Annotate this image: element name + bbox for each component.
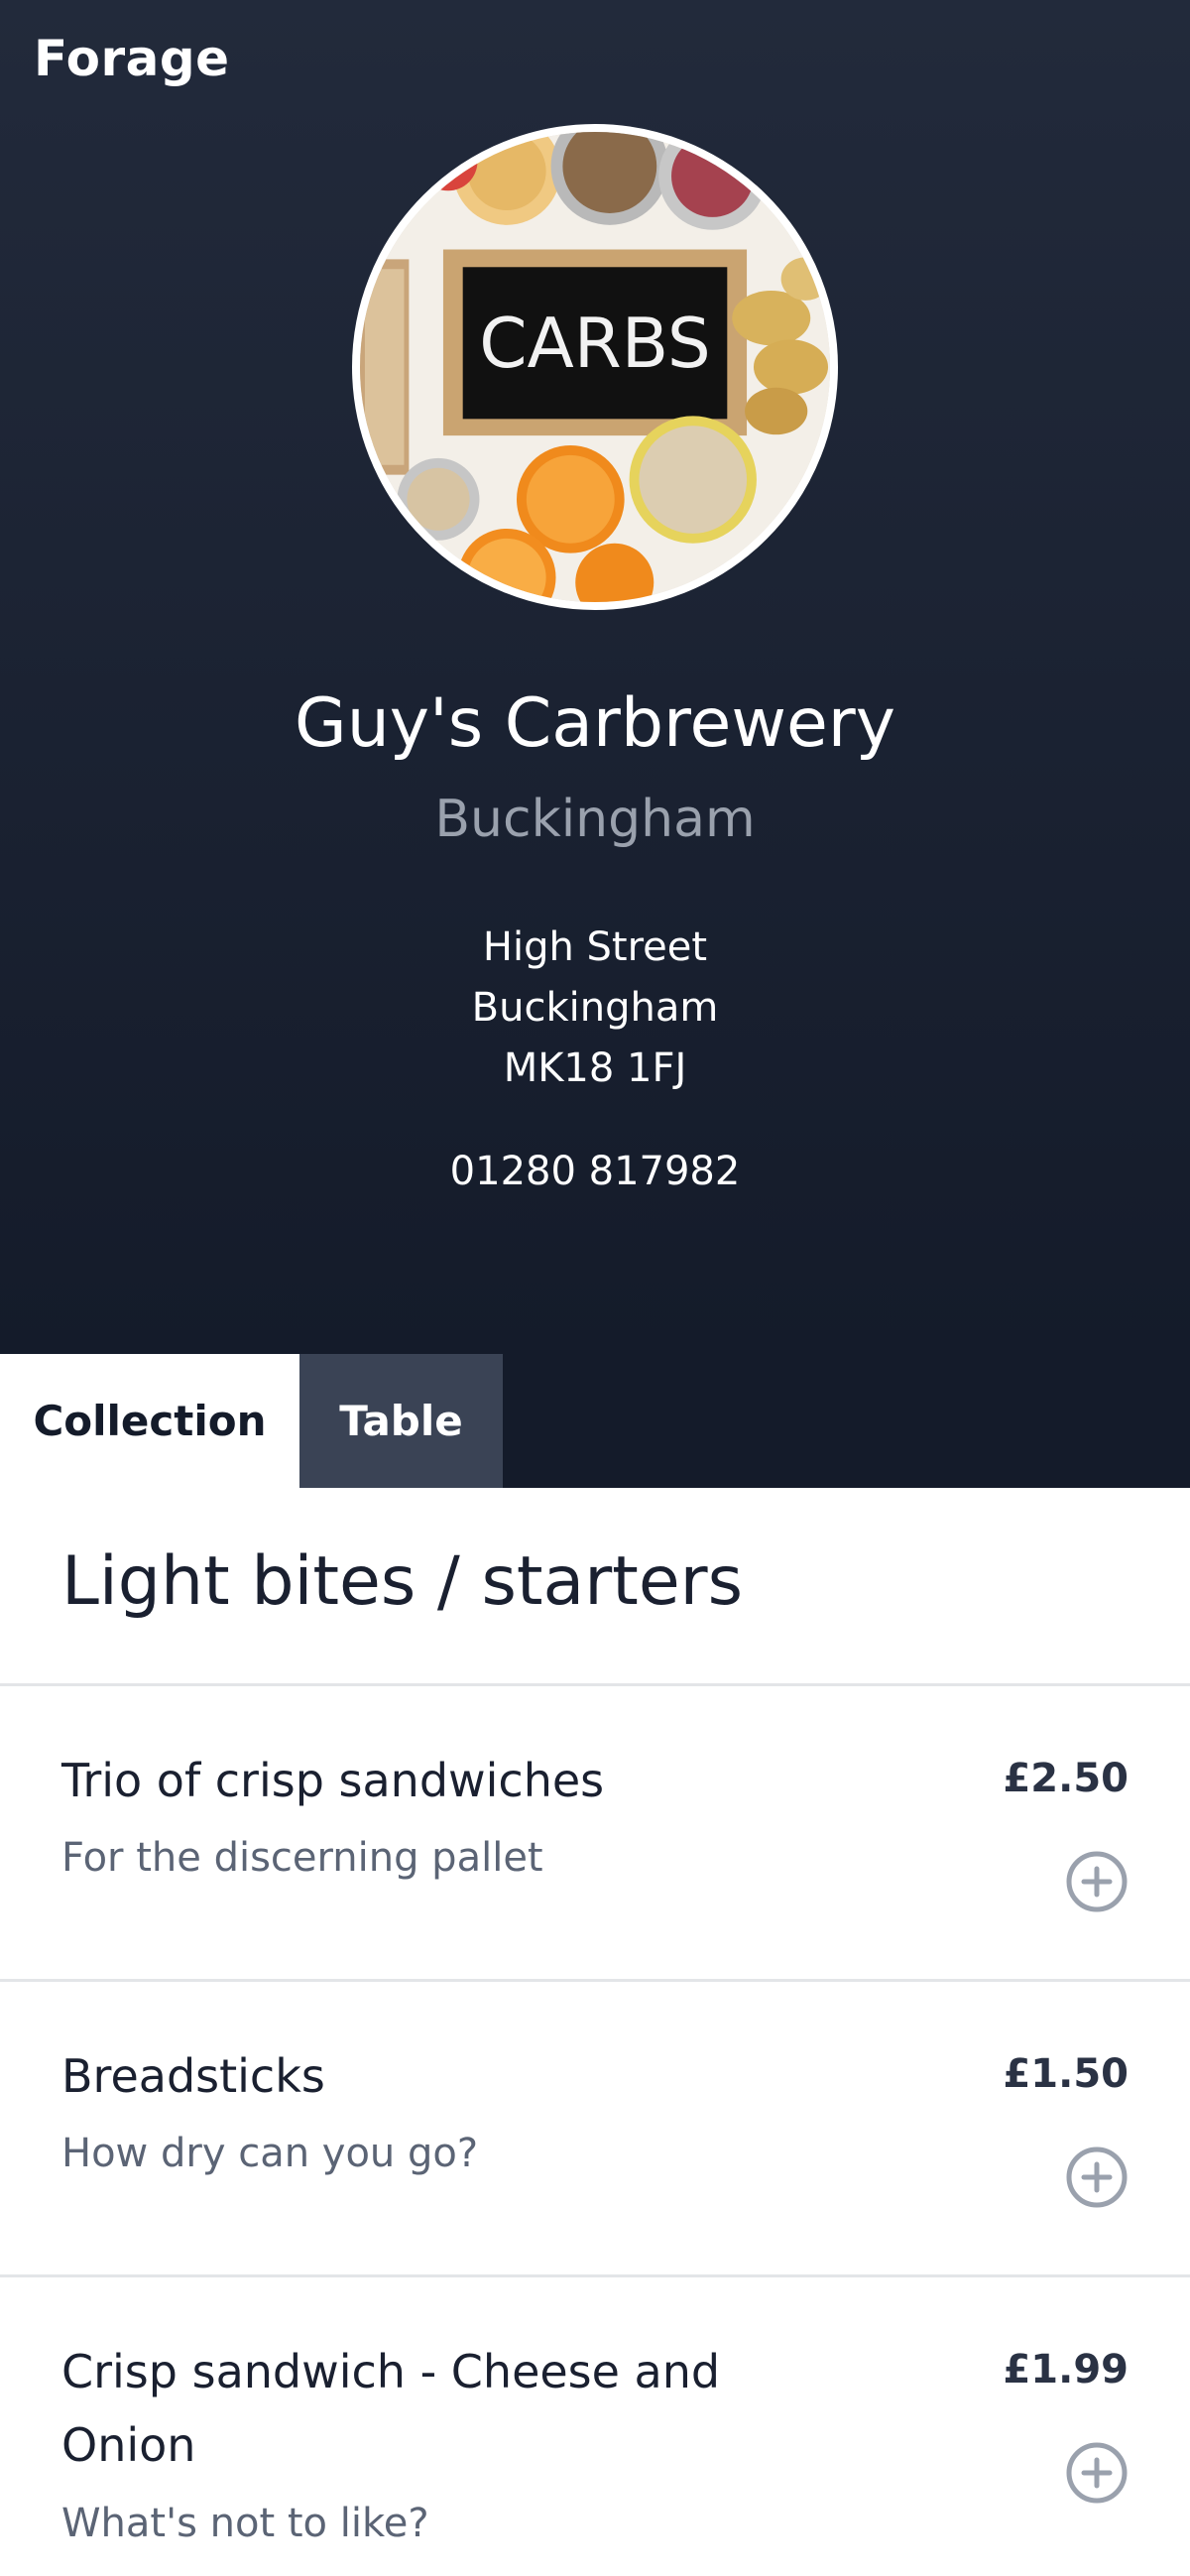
plus-circle-icon[interactable] — [1065, 2441, 1129, 2505]
menu-item-name: Crisp sandwich - Cheese and Onion — [61, 2345, 721, 2472]
plus-circle-icon[interactable] — [1065, 2146, 1129, 2209]
venue-header: Forage CARBS Guy's Carbrewery Buckingham… — [0, 0, 1190, 1354]
menu-item-description: How dry can you go? — [61, 2131, 479, 2176]
menu-item[interactable]: Crisp sandwich - Cheese and Onion What's… — [0, 2277, 1190, 2576]
order-type-tabs: Collection Table — [0, 1354, 1190, 1488]
address-line: Buckingham — [471, 985, 719, 1031]
menu-item[interactable]: Breadsticks How dry can you go? £1.50 — [0, 1982, 1190, 2274]
venue-town: Buckingham — [434, 790, 756, 849]
menu-item-description: For the discerning pallet — [61, 1835, 543, 1881]
menu-item-name: Breadsticks — [61, 2049, 325, 2103]
menu-item[interactable]: Trio of crisp sandwiches For the discern… — [0, 1686, 1190, 1979]
chalkboard-text: CARBS — [479, 305, 711, 384]
venue-address: High Street Buckingham MK18 1FJ — [0, 918, 1190, 1099]
venue-name: Guy's Carbrewery — [295, 684, 895, 763]
venue-phone[interactable]: 01280 817982 — [0, 1149, 1190, 1194]
plus-circle-icon[interactable] — [1065, 1850, 1129, 1913]
tab-table[interactable]: Table — [299, 1354, 503, 1488]
menu-section-title: Light bites / starters — [61, 1542, 744, 1621]
app-logo[interactable]: Forage — [34, 30, 230, 87]
menu-item-price: £1.50 — [1003, 2051, 1129, 2097]
address-line: MK18 1FJ — [503, 1045, 687, 1091]
menu-item-price: £2.50 — [1003, 1756, 1129, 1801]
menu-item-name: Trio of crisp sandwiches — [61, 1754, 605, 1807]
menu-item-description: What's not to like? — [61, 2501, 429, 2546]
address-line: High Street — [482, 924, 708, 970]
tab-collection[interactable]: Collection — [0, 1354, 299, 1488]
menu-item-price: £1.99 — [1003, 2347, 1129, 2392]
venue-photo: CARBS — [352, 124, 838, 610]
